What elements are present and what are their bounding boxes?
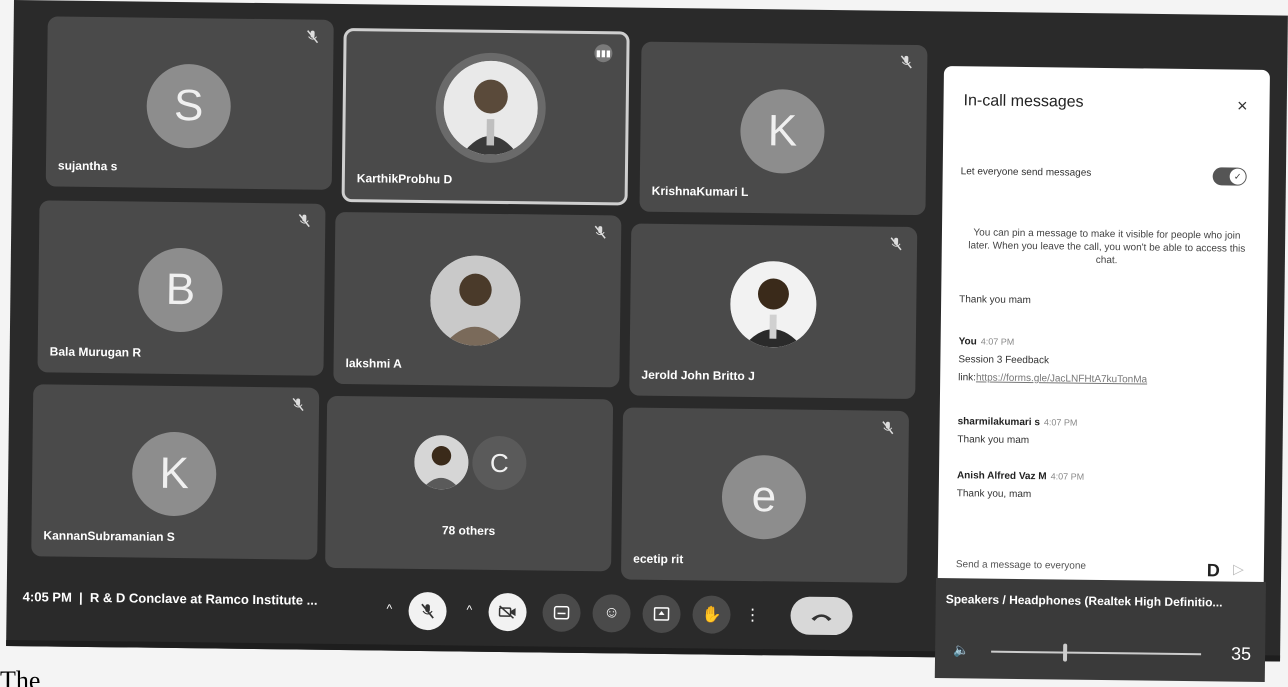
message-text: Thank you mam xyxy=(957,434,1030,447)
meeting-time: 4:05 PM xyxy=(22,589,72,605)
message-sender: Anish Alfred Vaz M xyxy=(956,470,1047,483)
chat-message: Thank you mam xyxy=(959,294,1031,306)
volume-slider-thumb[interactable] xyxy=(1062,643,1067,662)
message-time: 4:07 PM xyxy=(1050,471,1085,482)
speaking-indicator-icon: ▮▮▮ xyxy=(594,44,613,63)
present-icon xyxy=(653,607,670,621)
mic-off-icon xyxy=(298,214,310,228)
participant-name: ecetip rit xyxy=(633,551,684,567)
participant-name: KrishnaKumari L xyxy=(651,183,749,199)
speaker-icon: 🔈 xyxy=(953,642,970,658)
participant-tile[interactable]: Jerold John Britto J xyxy=(629,223,918,400)
message-time: 4:07 PM xyxy=(1043,417,1078,428)
leave-call-button[interactable] xyxy=(790,596,853,636)
bottom-control-bar: 4:05 PM | R & D Conclave at Ramco Instit… xyxy=(6,575,927,646)
extension-logo-icon[interactable]: D xyxy=(1207,560,1220,581)
chat-message: You 4:07 PM Session 3 Feedback link:https… xyxy=(958,332,1148,389)
captions-button[interactable] xyxy=(542,593,581,632)
captions-icon xyxy=(553,605,570,620)
participant-tile[interactable]: lakshmi A xyxy=(333,211,622,388)
message-link[interactable]: https://forms.gle/JacLNFHtA7kuTonMa xyxy=(976,372,1147,385)
participant-tile[interactable]: K KannanSubramanian S xyxy=(31,384,320,560)
message-text: Thank you mam xyxy=(959,294,1031,307)
participant-tile[interactable]: K KrishnaKumari L xyxy=(639,41,928,216)
mic-off-icon xyxy=(307,30,319,44)
participant-name: Jerold John Britto J xyxy=(641,367,755,384)
others-count: 78 others xyxy=(441,523,496,538)
hand-icon: ✋ xyxy=(701,606,722,624)
avatar: K xyxy=(739,88,825,174)
message-link-prefix: link: xyxy=(958,372,977,384)
mic-off-icon xyxy=(900,55,912,69)
avatar: e xyxy=(721,454,807,540)
avatar: S xyxy=(146,63,232,149)
participant-name: KannanSubramanian S xyxy=(43,528,175,545)
send-icon[interactable]: ▷ xyxy=(1233,561,1244,578)
avatar: B xyxy=(137,247,223,333)
meeting-separator: | xyxy=(78,589,83,605)
participant-name: KarthikProbhu D xyxy=(356,171,453,187)
chevron-up-icon[interactable]: ^ xyxy=(387,602,393,616)
meeting-title: R & D Conclave at Ramco Institute ... xyxy=(89,589,318,608)
mic-off-icon xyxy=(890,237,902,251)
participant-photo xyxy=(429,255,521,347)
message-text: Session 3 Feedback xyxy=(958,354,1050,367)
participant-tile-active[interactable]: ▮▮▮ KarthikProbhu D xyxy=(341,28,630,206)
avatar: C xyxy=(472,435,527,491)
participant-photo xyxy=(414,434,469,490)
participant-tile[interactable]: B Bala Murugan R xyxy=(37,200,326,376)
present-button[interactable] xyxy=(642,594,681,634)
send-messages-toggle[interactable]: ✓ xyxy=(1212,167,1247,186)
mic-off-icon xyxy=(882,421,894,435)
participant-tile[interactable]: S sujantha s xyxy=(45,16,334,190)
chevron-up-icon[interactable]: ^ xyxy=(467,603,473,617)
audio-output-popup: Speakers / Headphones (Realtek High Defi… xyxy=(934,578,1266,683)
participant-name: lakshmi A xyxy=(345,356,402,371)
emoji-button[interactable]: ☺ xyxy=(592,594,631,633)
mic-off-icon xyxy=(594,225,606,239)
chat-message: sharmilakumari s 4:07 PM Thank you mam xyxy=(957,412,1077,450)
message-sender: You xyxy=(958,336,977,348)
meeting-info: 4:05 PM | R & D Conclave at Ramco Instit… xyxy=(23,589,318,608)
toggle-label: Let everyone send messages xyxy=(960,166,1092,179)
raise-hand-button[interactable]: ✋ xyxy=(692,595,731,634)
camera-off-icon xyxy=(498,605,516,619)
participant-photo xyxy=(435,52,547,164)
message-text: Thank you, mam xyxy=(956,488,1032,501)
emoji-icon: ☺ xyxy=(603,604,620,622)
page-text-fragment: The xyxy=(0,666,41,687)
chat-message: Anish Alfred Vaz M 4:07 PM Thank you, mam xyxy=(957,466,1085,505)
audio-device-name: Speakers / Headphones (Realtek High Defi… xyxy=(945,592,1223,610)
message-sender: sharmilakumari s xyxy=(957,416,1040,429)
more-vert-icon: ⋮ xyxy=(744,606,761,625)
participant-name: sujantha s xyxy=(57,158,118,174)
volume-value: 35 xyxy=(1230,643,1252,664)
mic-toggle-button[interactable] xyxy=(408,591,447,631)
more-options-button[interactable]: ⋮ xyxy=(742,596,762,634)
end-call-icon xyxy=(811,614,832,621)
message-time: 4:07 PM xyxy=(980,336,1015,347)
check-icon: ✓ xyxy=(1229,168,1246,185)
mic-off-icon xyxy=(421,603,434,619)
message-input[interactable]: Send a message to everyone xyxy=(956,559,1086,572)
avatar: K xyxy=(131,431,217,517)
in-call-messages-panel: In-call messages × Let everyone send mes… xyxy=(937,66,1270,600)
close-icon[interactable]: × xyxy=(1237,96,1248,117)
mic-off-icon xyxy=(292,397,304,412)
participant-photo xyxy=(729,260,817,348)
panel-title: In-call messages xyxy=(963,92,1084,111)
participant-name: Bala Murugan R xyxy=(49,344,142,360)
participant-tile-others[interactable]: C 78 others xyxy=(325,395,614,572)
camera-toggle-button[interactable] xyxy=(488,592,527,632)
volume-slider[interactable] xyxy=(991,643,1202,662)
participant-tile[interactable]: e ecetip rit xyxy=(620,407,910,583)
screenshot: S sujantha s ▮▮▮ KarthikProbhu D K Krish… xyxy=(0,0,1288,687)
pin-info-text: You can pin a message to make it visible… xyxy=(968,227,1246,267)
